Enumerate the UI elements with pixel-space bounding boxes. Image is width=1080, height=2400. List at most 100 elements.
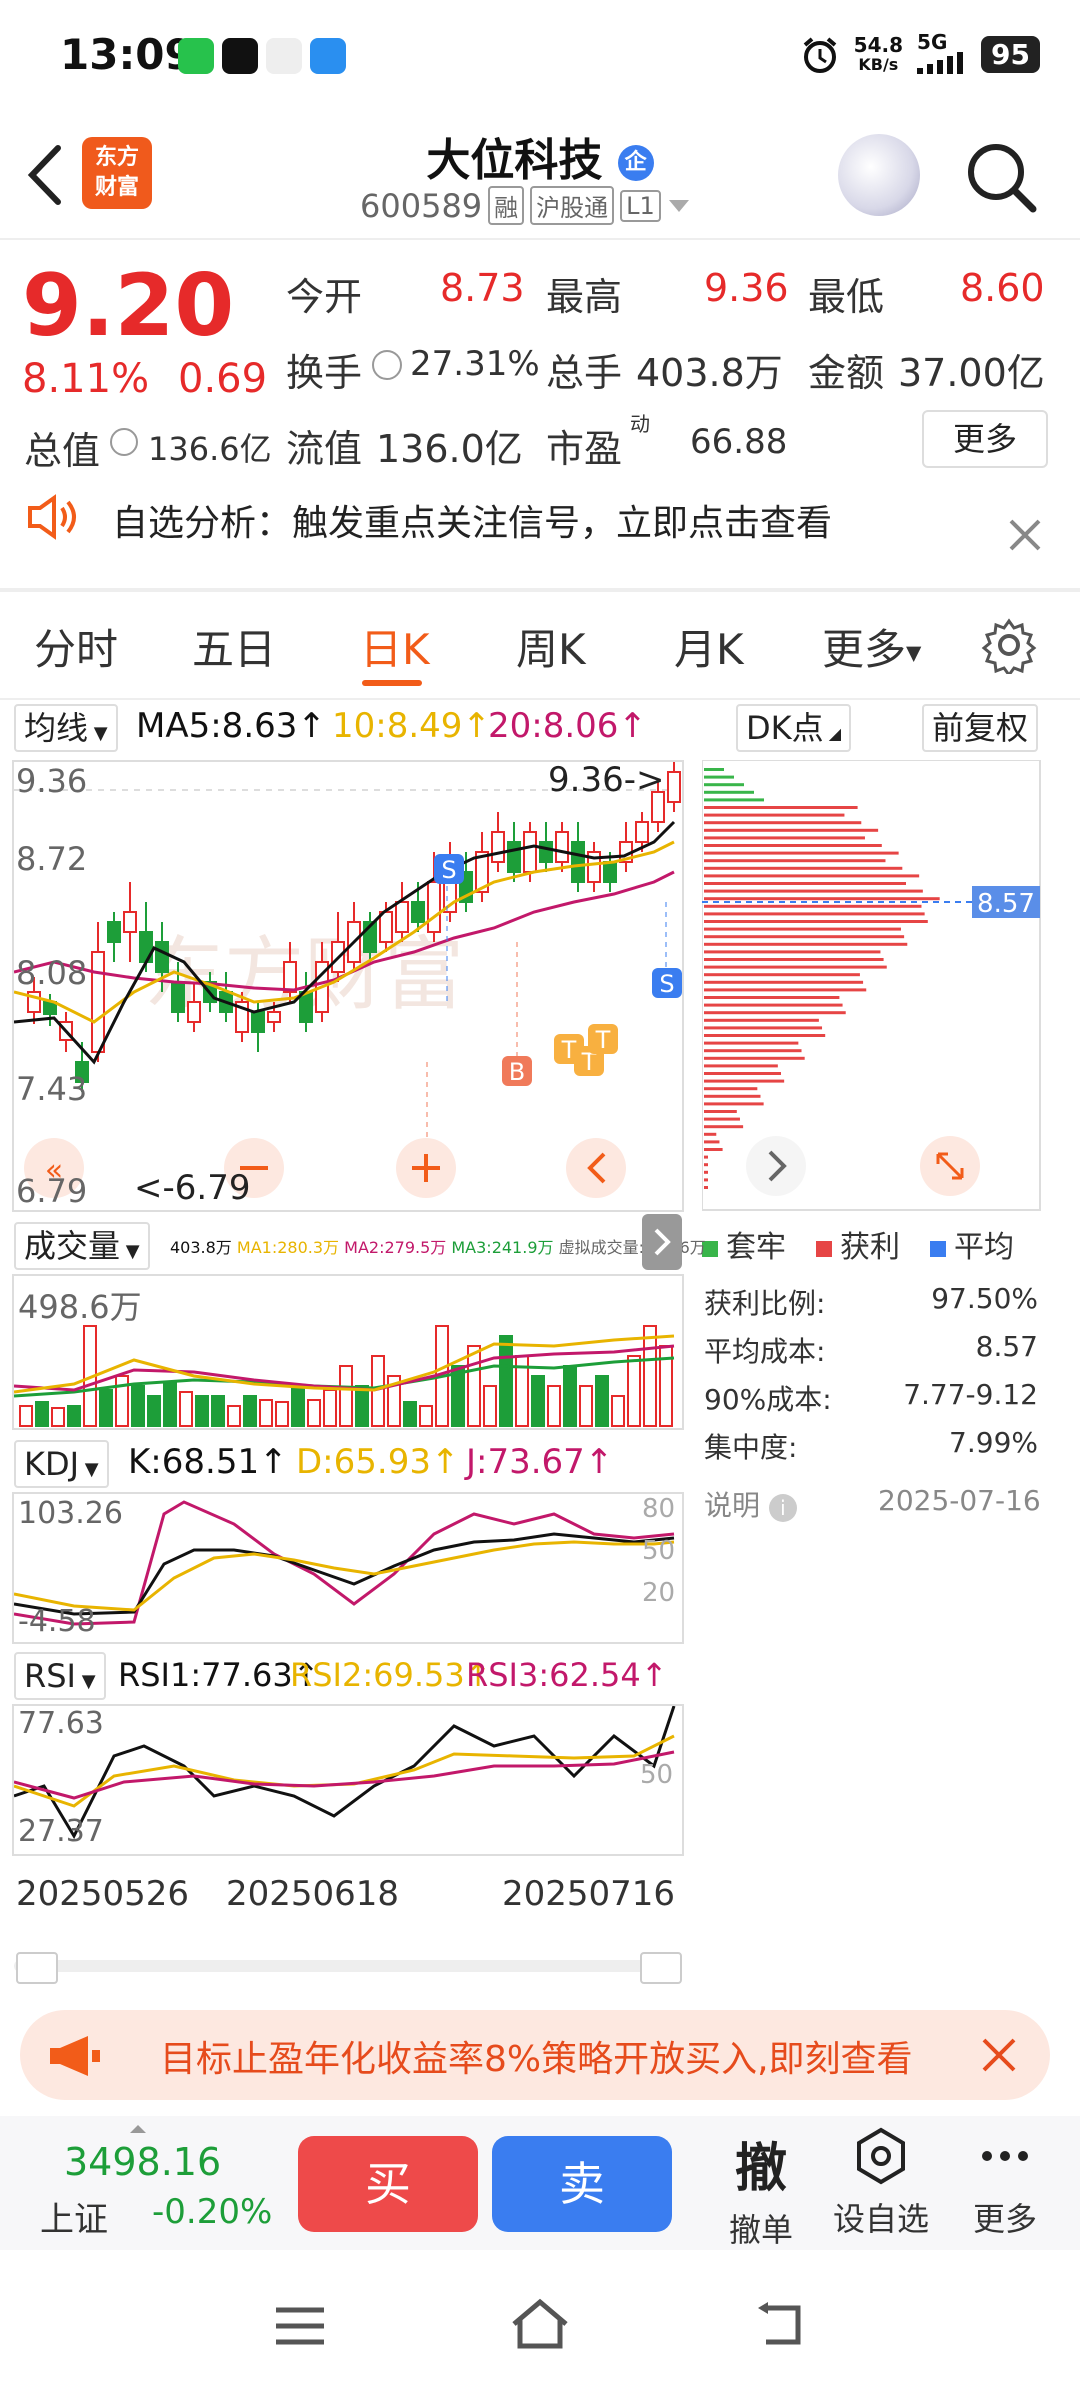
search-button[interactable] xyxy=(962,138,1042,218)
chip-bar xyxy=(704,775,734,779)
candle-body xyxy=(411,901,425,923)
kdj-d-line xyxy=(14,1540,675,1612)
tab-more[interactable]: 更多▼ xyxy=(822,616,921,677)
change-value: 0.69 xyxy=(178,356,268,402)
expand-panel-button[interactable] xyxy=(642,1214,682,1270)
chip-bar xyxy=(704,1110,737,1113)
low-label: 最低 xyxy=(808,275,885,319)
high-label: 最高 xyxy=(546,275,623,319)
volume-bar xyxy=(595,1375,609,1427)
home-nav-button[interactable] xyxy=(510,2298,570,2354)
speaker-icon xyxy=(26,494,82,544)
net-speed: 54.8 KB/s xyxy=(853,32,904,74)
tab-daily-k[interactable]: 日K xyxy=(360,616,430,677)
chip-next-button[interactable] xyxy=(746,1136,806,1196)
candle-body xyxy=(283,961,297,993)
tab-five-day[interactable]: 五日 xyxy=(192,616,276,677)
search-icon xyxy=(968,144,1037,213)
chart-scrollbar[interactable] xyxy=(14,1960,682,1972)
chip-stat-label: 90%成本: xyxy=(704,1383,832,1416)
kdj-d-value: D:65.93↑ xyxy=(296,1442,460,1482)
chip-bar xyxy=(704,1117,740,1121)
chip-bar xyxy=(704,1170,708,1174)
menu-icon xyxy=(276,2307,324,2345)
dk-point-select[interactable]: DK点 ◢ xyxy=(736,704,852,752)
y-label-max: 9.36 xyxy=(16,762,88,800)
kline-chart[interactable]: 东方财富 S S B B T T T « xyxy=(14,762,682,1210)
cancel-order-button[interactable]: 撤 撤单 xyxy=(706,2126,816,2251)
min-price-label: <-6.79 xyxy=(134,1168,251,1208)
change-percent: 8.11% xyxy=(22,356,150,402)
volume-bar xyxy=(275,1401,289,1427)
chip-bar xyxy=(704,1041,799,1045)
chip-bar xyxy=(704,1003,843,1007)
info-icon-2[interactable] xyxy=(110,428,138,456)
signal-indicator: 5G xyxy=(917,32,967,77)
chip-bar xyxy=(704,1034,826,1037)
scroll-handle-right[interactable] xyxy=(640,1952,682,1984)
rsi2-line xyxy=(14,1734,675,1808)
chip-bar xyxy=(704,1072,781,1075)
promo-close-button[interactable] xyxy=(978,2034,1020,2080)
stock-code: 600589 xyxy=(360,186,483,225)
wechat-icon xyxy=(178,38,214,74)
buy-button[interactable]: 买 xyxy=(298,2136,478,2232)
caret-down-icon xyxy=(668,199,689,212)
scroll-left-button[interactable] xyxy=(566,1138,626,1198)
chip-distribution-chart[interactable]: 8.57 xyxy=(702,760,1042,1212)
volume-bar xyxy=(211,1395,225,1427)
margin-tag: 融 xyxy=(488,186,525,225)
add-watchlist-button[interactable]: 设自选 xyxy=(826,2126,936,2240)
index-value[interactable]: 3498.16 xyxy=(64,2140,221,2184)
settings-button[interactable] xyxy=(980,616,1038,678)
scroll-handle-left[interactable] xyxy=(16,1952,58,1984)
volume-bar xyxy=(499,1335,513,1427)
adjust-select[interactable]: 前复权 xyxy=(922,704,1039,752)
volume-bar xyxy=(563,1365,577,1427)
sell-button[interactable]: 卖 xyxy=(492,2136,672,2232)
y-label: 8.08 xyxy=(16,954,88,992)
chip-bar xyxy=(704,1094,761,1098)
chip-stat-label: 集中度: xyxy=(704,1431,798,1464)
chip-note-link[interactable]: 说明 i xyxy=(704,1484,797,1524)
back-nav-button[interactable] xyxy=(754,2300,810,2354)
volume-bar xyxy=(419,1405,433,1427)
ma20-value: 20:8.06↑ xyxy=(488,706,647,746)
x-axis-label: 20250526 xyxy=(16,1874,190,1914)
rsi-chart[interactable] xyxy=(14,1706,682,1854)
kdj-indicator-select[interactable]: KDJ ▼ xyxy=(14,1440,109,1488)
more-quote-button[interactable]: 更多 xyxy=(922,410,1048,468)
avg-cost-badge-text: 8.57 xyxy=(977,889,1035,919)
chip-bar xyxy=(704,897,940,901)
close-icon xyxy=(1009,519,1041,551)
volume-indicator-select[interactable]: 成交量 ▼ xyxy=(14,1222,150,1270)
volume-bar xyxy=(323,1389,337,1427)
assistant-robot-icon[interactable] xyxy=(838,134,920,216)
tab-monthly-k[interactable]: 月K xyxy=(674,616,744,677)
volume-y-label: 498.6万 xyxy=(18,1288,142,1326)
tab-intraday[interactable]: 分时 xyxy=(34,616,118,677)
current-price: 9.20 xyxy=(22,256,235,356)
buy-signal-label: B xyxy=(509,1058,525,1086)
volume-bar xyxy=(643,1325,657,1427)
kdj-y-top: 103.26 xyxy=(18,1496,123,1531)
info-icon[interactable] xyxy=(372,350,402,380)
rsi-indicator-select[interactable]: RSI ▼ xyxy=(14,1652,106,1700)
notice-close-button[interactable] xyxy=(1005,515,1045,555)
low-value: 8.60 xyxy=(960,266,1045,310)
ma-indicator-select[interactable]: 均线 ▼ xyxy=(14,704,118,752)
candle-body xyxy=(171,981,185,1013)
candle-body xyxy=(187,1001,201,1023)
cancel-order-icon: 撤 xyxy=(734,2139,787,2199)
menu-nav-button[interactable] xyxy=(272,2304,328,2352)
chip-bar xyxy=(704,920,928,923)
open-value: 8.73 xyxy=(440,266,525,310)
tiktok-icon xyxy=(222,38,258,74)
rsi2-value: RSI2:69.53↑ xyxy=(290,1656,492,1694)
candle-body xyxy=(251,1011,265,1033)
more-actions-button[interactable]: 更多 xyxy=(950,2126,1060,2240)
y-label-min: 6.79 xyxy=(16,1172,88,1210)
tab-weekly-k[interactable]: 周K xyxy=(516,616,586,677)
chip-stat-value: 7.77-9.12 xyxy=(903,1378,1038,1411)
chip-bar xyxy=(704,1125,744,1129)
